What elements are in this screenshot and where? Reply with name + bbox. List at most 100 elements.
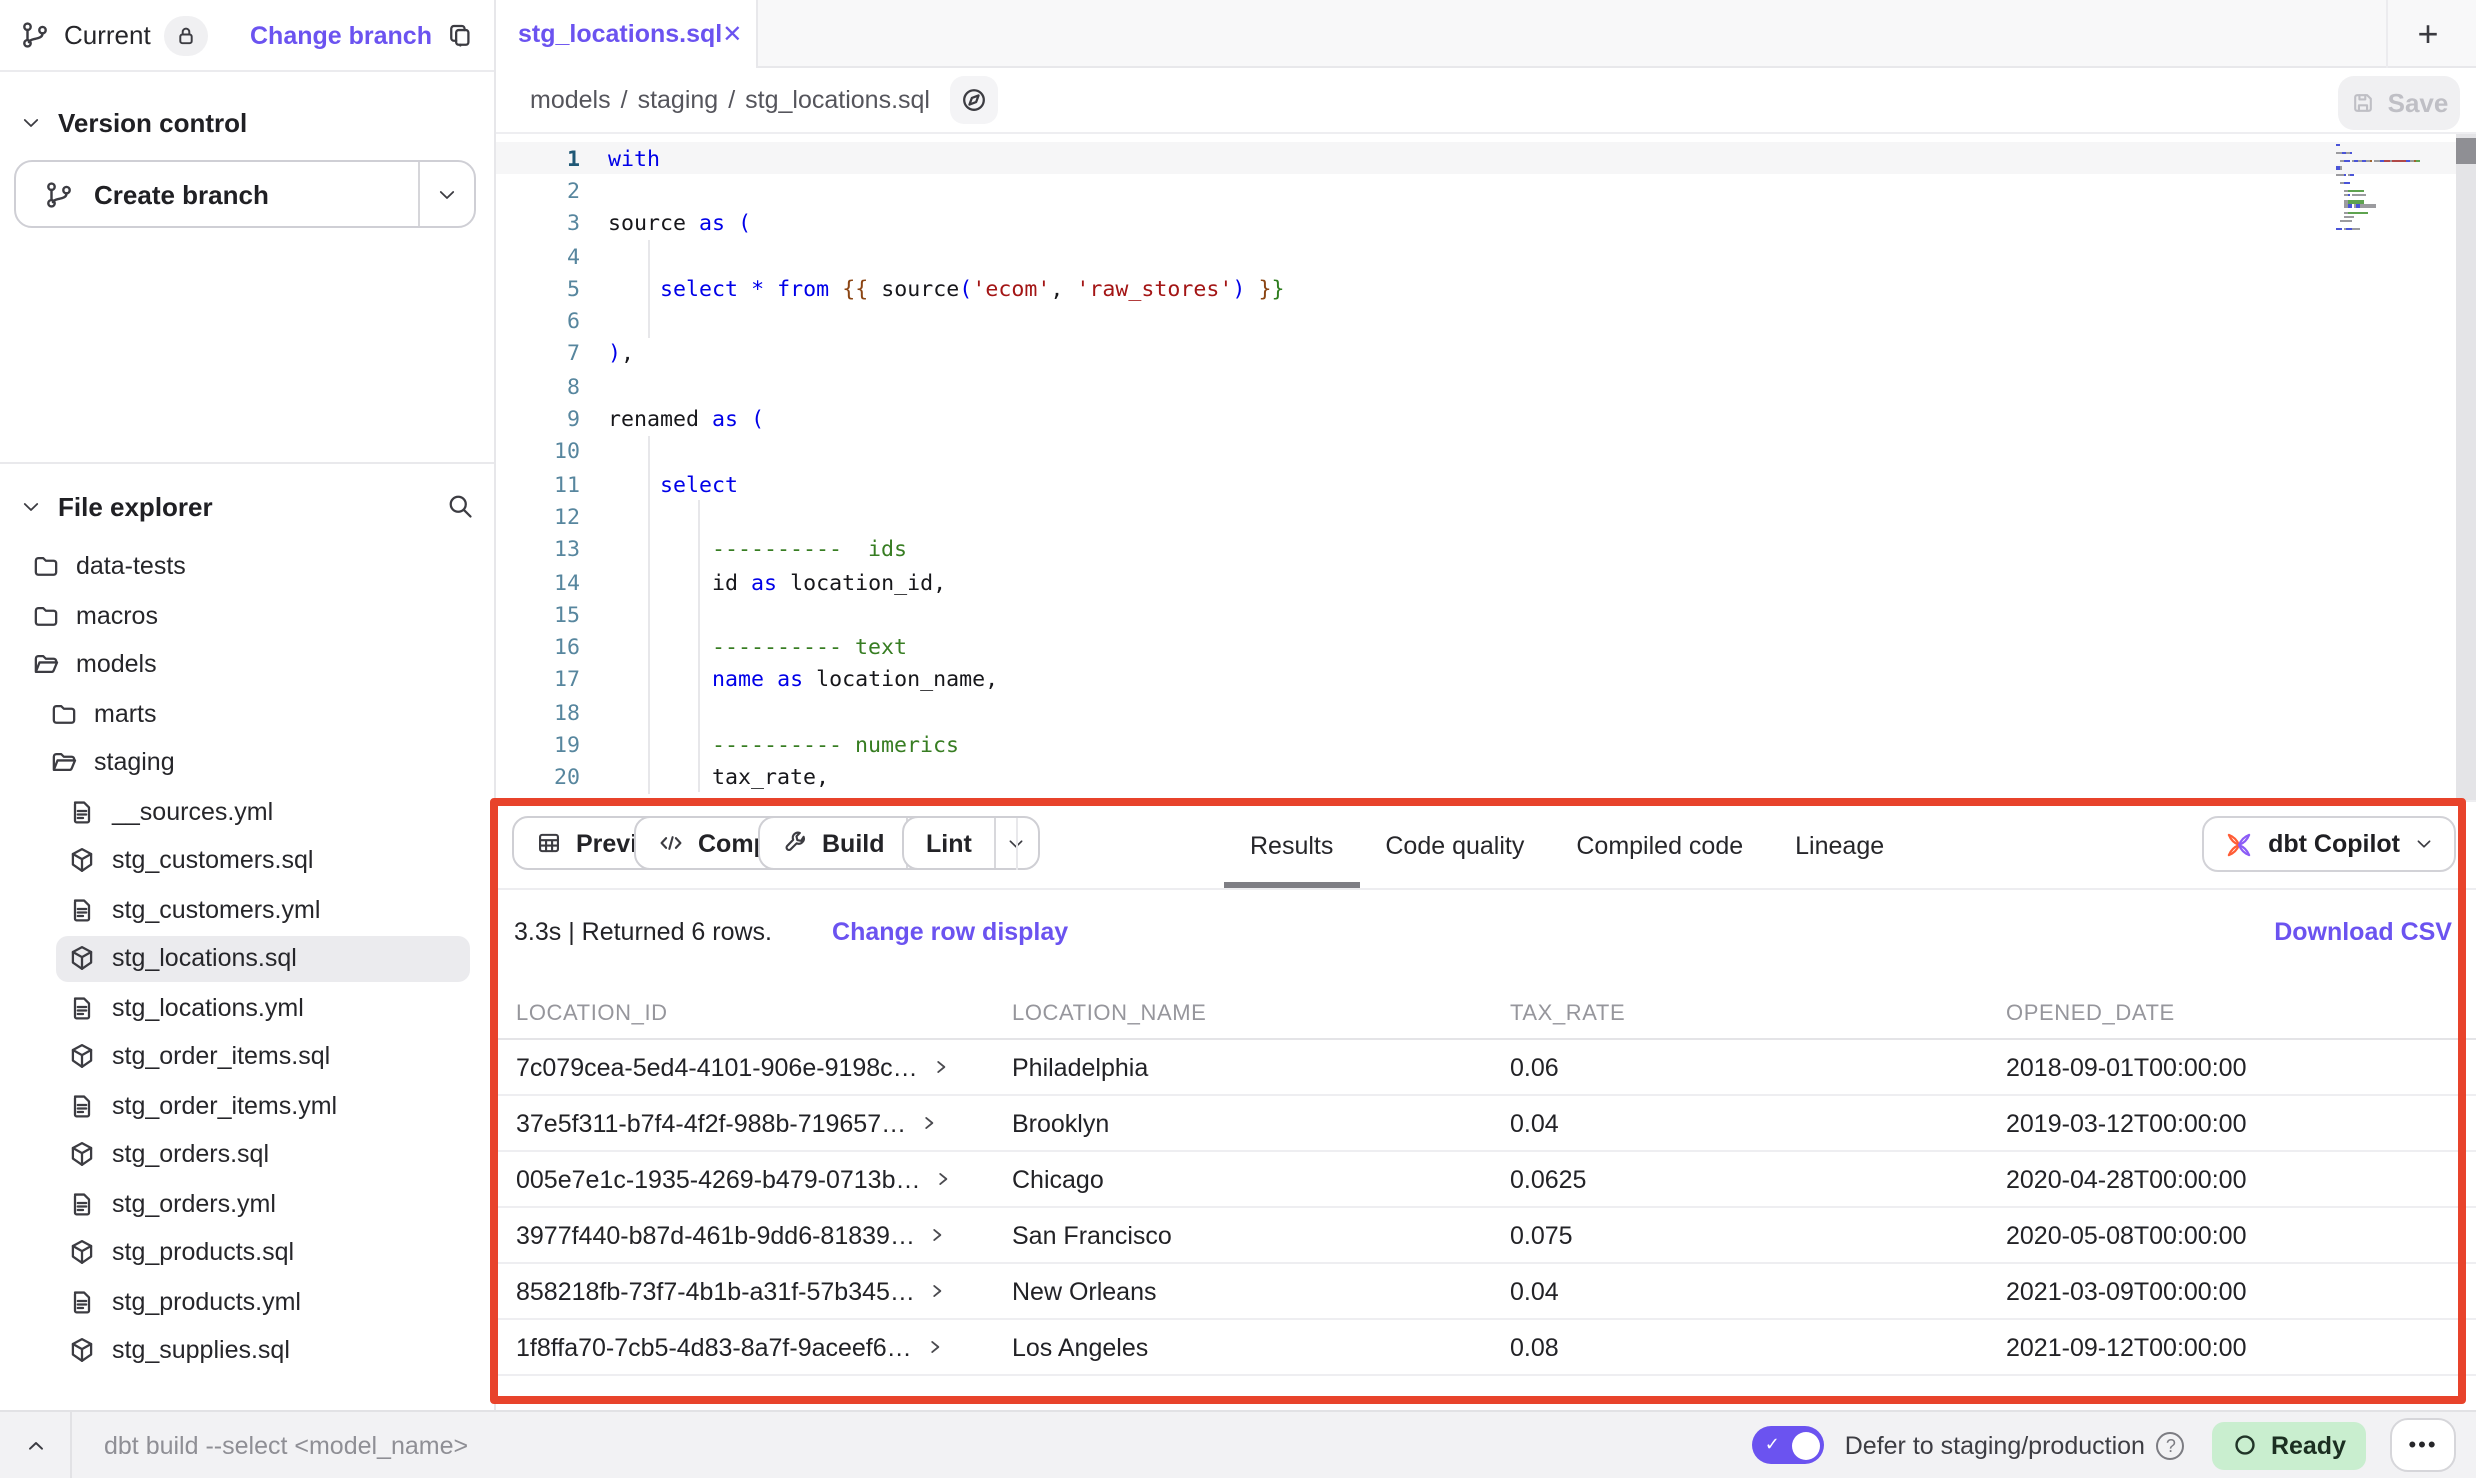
expand-cell-icon[interactable]: [926, 1338, 944, 1356]
version-control-header[interactable]: Version control: [20, 108, 247, 138]
file-tree-item--sources-yml[interactable]: __sources.yml: [0, 787, 494, 836]
code-lines: 1with23source as (45 select * from {{ so…: [496, 142, 2476, 794]
file-explorer-header[interactable]: File explorer: [20, 480, 474, 532]
file-tree-item-data-tests[interactable]: data-tests: [0, 542, 494, 591]
save-button[interactable]: Save: [2338, 76, 2460, 130]
code-line-13[interactable]: 13 ---------- ids: [496, 533, 2476, 566]
file-tree-item-stg-locations-sql[interactable]: stg_locations.sql: [0, 934, 494, 983]
cell-location-name: Brooklyn: [1012, 1109, 1510, 1137]
breadcrumb-segment[interactable]: models: [530, 86, 611, 114]
panel-tab-lineage[interactable]: Lineage: [1769, 802, 1910, 888]
code-editor[interactable]: 1with23source as (45 select * from {{ so…: [496, 134, 2476, 800]
code-line-1[interactable]: 1with: [496, 142, 2476, 175]
create-branch-main[interactable]: Create branch: [16, 162, 418, 226]
change-branch-link[interactable]: Change branch: [250, 21, 432, 49]
expand-cell-icon[interactable]: [935, 1170, 953, 1188]
code-line-18[interactable]: 18: [496, 696, 2476, 729]
collapse-command-bar-button[interactable]: [0, 1412, 72, 1478]
create-branch-dropdown[interactable]: [418, 162, 474, 226]
code-text: ---------- numerics: [608, 732, 959, 758]
editor-scrollbar-thumb[interactable]: [2456, 138, 2476, 164]
search-icon[interactable]: [446, 492, 474, 520]
file-tree-item-stg-customers-sql[interactable]: stg_customers.sql: [0, 836, 494, 885]
code-line-9[interactable]: 9renamed as (: [496, 403, 2476, 436]
file-tree-item-stg-orders-yml[interactable]: stg_orders.yml: [0, 1179, 494, 1228]
code-line-5[interactable]: 5 select * from {{ source('ecom', 'raw_s…: [496, 272, 2476, 305]
file-tree-item-macros[interactable]: macros: [0, 591, 494, 640]
breadcrumb-segment[interactable]: stg_locations.sql: [745, 86, 930, 114]
tab-stg-locations-sql[interactable]: stg_locations.sql ✕: [496, 0, 758, 68]
cell-location-id: 858218fb-73f7-4b1b-a31f-57b345…: [516, 1277, 915, 1305]
new-tab-button[interactable]: +: [2406, 12, 2450, 56]
code-line-6[interactable]: 6: [496, 305, 2476, 338]
panel-tab-compiled-code[interactable]: Compiled code: [1550, 802, 1769, 888]
help-icon[interactable]: ?: [2157, 1431, 2185, 1459]
copy-branch-icon[interactable]: [446, 21, 474, 49]
lint-main[interactable]: Lint: [904, 818, 994, 868]
file-tree-item-stg-order-items-sql[interactable]: stg_order_items.sql: [0, 1032, 494, 1081]
minimap-line: [2336, 155, 2448, 158]
column-header[interactable]: LOCATION_NAME: [1012, 1002, 1510, 1026]
code-line-3[interactable]: 3source as (: [496, 207, 2476, 240]
expand-cell-icon[interactable]: [929, 1282, 947, 1300]
code-line-14[interactable]: 14 id as location_id,: [496, 566, 2476, 599]
dbt-copilot-button[interactable]: dbt Copilot: [2202, 816, 2456, 872]
line-number: 11: [496, 471, 608, 497]
code-line-11[interactable]: 11 select: [496, 468, 2476, 501]
file-tree-item-stg-products-yml[interactable]: stg_products.yml: [0, 1277, 494, 1326]
code-line-4[interactable]: 4: [496, 240, 2476, 273]
file-tree-item-stg-orders-sql[interactable]: stg_orders.sql: [0, 1130, 494, 1179]
code-line-20[interactable]: 20 tax_rate,: [496, 761, 2476, 794]
code-line-10[interactable]: 10: [496, 435, 2476, 468]
code-line-7[interactable]: 7),: [496, 338, 2476, 371]
file-name: stg_products.sql: [112, 1239, 294, 1267]
expand-cell-icon[interactable]: [932, 1058, 950, 1076]
code-line-12[interactable]: 12: [496, 501, 2476, 534]
cell-tax-rate: 0.04: [1510, 1109, 2006, 1137]
download-csv-link[interactable]: Download CSV: [2274, 918, 2452, 946]
code-line-17[interactable]: 17 name as location_name,: [496, 664, 2476, 697]
code-line-15[interactable]: 15: [496, 598, 2476, 631]
ide-status-badge[interactable]: Ready: [2213, 1421, 2366, 1469]
close-icon[interactable]: ✕: [722, 20, 742, 48]
panel-tab-code-quality[interactable]: Code quality: [1359, 802, 1550, 888]
minimap-line: [2336, 189, 2448, 192]
app-root: Current Change branch Version control Cr…: [0, 0, 2476, 1478]
defer-toggle[interactable]: ✓: [1753, 1426, 1825, 1464]
column-header[interactable]: LOCATION_ID: [516, 1002, 1012, 1026]
expand-cell-icon[interactable]: [929, 1226, 947, 1244]
more-options-button[interactable]: •••: [2390, 1418, 2456, 1472]
minimap-line: [2336, 163, 2448, 166]
file-name: stg_order_items.sql: [112, 1043, 330, 1071]
file-tree-item-stg-customers-yml[interactable]: stg_customers.yml: [0, 885, 494, 934]
expand-cell-icon[interactable]: [920, 1114, 938, 1132]
column-header[interactable]: OPENED_DATE: [2006, 1002, 2476, 1026]
file-name: stg_orders.yml: [112, 1190, 276, 1218]
file-tree-item-stg-products-sql[interactable]: stg_products.sql: [0, 1228, 494, 1277]
git-branch-icon: [20, 20, 50, 50]
cell-tax-rate: 0.06: [1510, 1053, 2006, 1081]
panel-tab-results[interactable]: Results: [1224, 802, 1359, 888]
file-tree-item-stg-order-items-yml[interactable]: stg_order_items.yml: [0, 1081, 494, 1130]
file-tree-item-marts[interactable]: marts: [0, 689, 494, 738]
column-header[interactable]: TAX_RATE: [1510, 1002, 2006, 1026]
file-tree-item-staging[interactable]: staging: [0, 738, 494, 787]
status-circle-icon: [2233, 1432, 2259, 1458]
code-line-16[interactable]: 16 ---------- text: [496, 631, 2476, 664]
file-tree-item-models[interactable]: models: [0, 640, 494, 689]
editor-minimap[interactable]: [2336, 144, 2448, 231]
code-line-8[interactable]: 8: [496, 370, 2476, 403]
minimap-line: [2336, 174, 2448, 177]
file-tree-item-stg-supplies-sql[interactable]: stg_supplies.sql: [0, 1326, 494, 1375]
breadcrumb-segment[interactable]: staging: [638, 86, 719, 114]
code-line-19[interactable]: 19 ---------- numerics: [496, 729, 2476, 762]
build-main[interactable]: Build: [760, 818, 907, 868]
command-input[interactable]: dbt build --select <model_name>: [104, 1431, 468, 1459]
editor-scrollbar-track[interactable]: [2456, 134, 2476, 800]
line-number: 6: [496, 308, 608, 334]
code-line-2[interactable]: 2: [496, 175, 2476, 208]
folder-open-icon: [50, 749, 78, 777]
change-row-display-link[interactable]: Change row display: [832, 918, 1068, 946]
file-tree-item-stg-locations-yml[interactable]: stg_locations.yml: [0, 983, 494, 1032]
lineage-compass-button[interactable]: [950, 76, 998, 124]
